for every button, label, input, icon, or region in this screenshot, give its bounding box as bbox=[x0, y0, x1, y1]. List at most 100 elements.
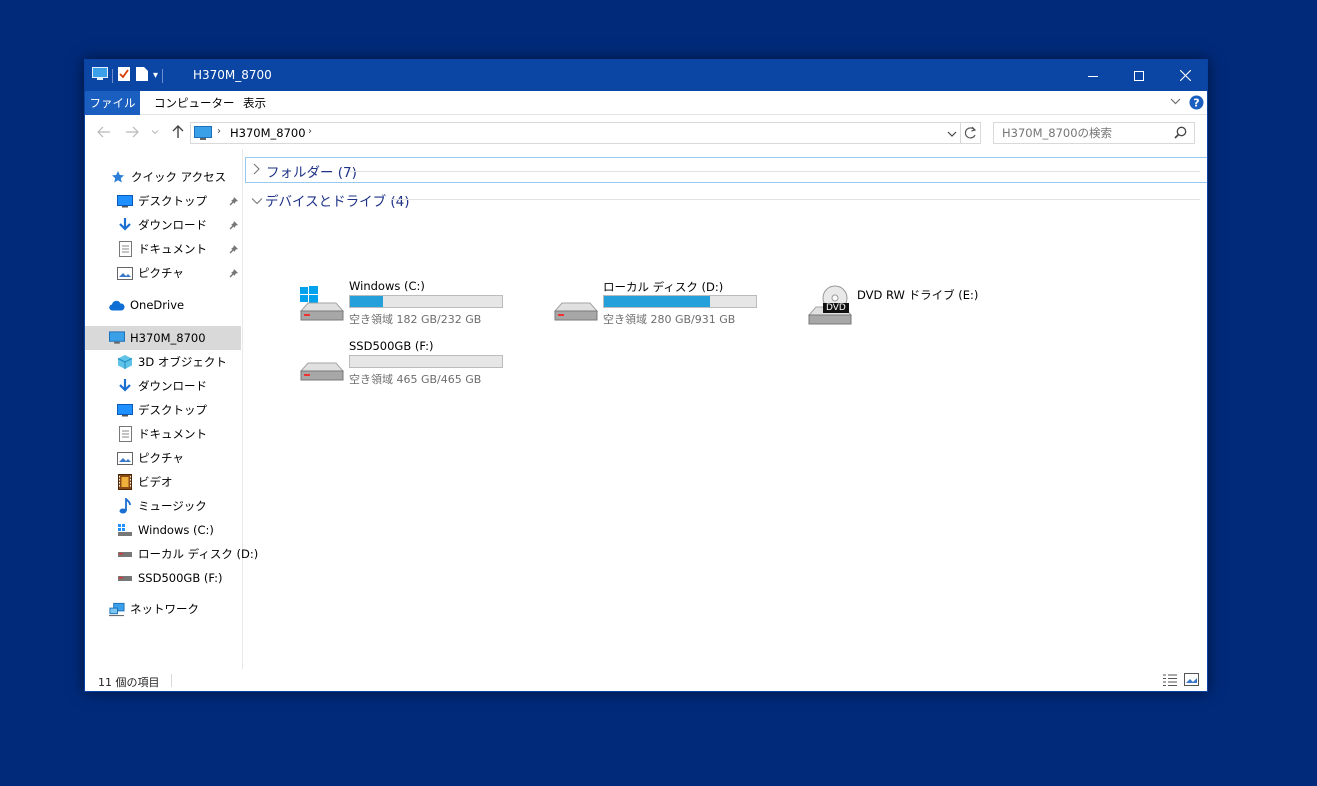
svg-text:?: ? bbox=[1193, 97, 1199, 110]
sidebar-item-label: ネットワーク bbox=[130, 602, 199, 616]
sidebar-item-label: OneDrive bbox=[130, 298, 185, 312]
address-bar[interactable]: › H370M_8700 › bbox=[190, 122, 981, 144]
forward-arrow-icon bbox=[126, 126, 139, 138]
drive-tile-f[interactable]: SSD500GB (F:) 空き領域 465 GB/465 GB bbox=[299, 339, 539, 391]
sidebar-item-drive-d[interactable]: ローカル ディスク (D:) bbox=[85, 542, 258, 566]
breadcrumb-separator-icon[interactable]: › bbox=[308, 126, 312, 137]
sidebar-item-3d-objects[interactable]: 3D オブジェクト bbox=[85, 350, 241, 374]
help-icon[interactable]: ? bbox=[1189, 95, 1204, 113]
back-arrow-icon bbox=[97, 126, 110, 138]
sidebar-item-label: 3D オブジェクト bbox=[138, 355, 227, 369]
devices-group-header[interactable]: デバイスとドライブ (4) bbox=[245, 187, 1207, 211]
chevron-down-icon bbox=[251, 194, 263, 208]
large-icons-view-icon bbox=[1184, 673, 1199, 686]
drive-usage-fill bbox=[604, 296, 711, 307]
sidebar-item-drive-c[interactable]: Windows (C:) bbox=[85, 518, 241, 542]
properties-icon[interactable] bbox=[117, 66, 131, 85]
sidebar-item-label: ダウンロード bbox=[138, 218, 207, 232]
computer-icon[interactable] bbox=[92, 67, 108, 84]
group-divider bbox=[391, 199, 1200, 200]
tab-file[interactable]: ファイル bbox=[85, 91, 140, 115]
search-box[interactable] bbox=[993, 122, 1195, 144]
forward-button[interactable] bbox=[123, 123, 141, 141]
navigation-pane: クイック アクセス デスクトップ ダウンロード ドキュメント ピクチャ OneD… bbox=[85, 149, 258, 669]
sidebar-item-quick-desktop[interactable]: デスクトップ bbox=[85, 189, 241, 213]
breadcrumb-separator-icon[interactable]: › bbox=[217, 126, 221, 137]
sidebar-item-quick-documents[interactable]: ドキュメント bbox=[85, 237, 241, 261]
details-view-button[interactable] bbox=[1162, 673, 1178, 690]
drive-tile-c[interactable]: Windows (C:) 空き領域 182 GB/232 GB bbox=[299, 279, 539, 331]
minimize-button[interactable] bbox=[1070, 60, 1116, 91]
drive-tile-e[interactable]: DVD DVD RW ドライブ (E:) bbox=[807, 279, 1047, 331]
drive-tile-d[interactable]: ローカル ディスク (D:) 空き領域 280 GB/931 GB bbox=[553, 279, 793, 331]
sidebar-item-label: ピクチャ bbox=[138, 266, 184, 280]
drive-icon bbox=[117, 546, 133, 562]
drive-usage-bar bbox=[349, 295, 503, 308]
sidebar-item-quick-downloads[interactable]: ダウンロード bbox=[85, 213, 241, 237]
address-divider bbox=[960, 123, 961, 143]
sidebar-item-downloads[interactable]: ダウンロード bbox=[85, 374, 241, 398]
pin-icon[interactable] bbox=[229, 219, 239, 233]
toolbar-separator bbox=[162, 68, 164, 83]
sidebar-item-label: ローカル ディスク (D:) bbox=[138, 547, 259, 561]
refresh-button[interactable] bbox=[964, 126, 977, 143]
sidebar-item-desktop[interactable]: デスクトップ bbox=[85, 398, 241, 422]
sidebar-item-onedrive[interactable]: OneDrive bbox=[85, 293, 241, 317]
pin-icon[interactable] bbox=[229, 195, 239, 209]
sidebar-item-label: デスクトップ bbox=[138, 403, 207, 417]
documents-icon bbox=[117, 241, 133, 257]
desktop-icon bbox=[117, 193, 133, 209]
sidebar-item-label: ドキュメント bbox=[138, 242, 207, 256]
sidebar-item-music[interactable]: ミュージック bbox=[85, 494, 241, 518]
close-icon bbox=[1179, 70, 1191, 81]
title-bar[interactable]: ▾ H370M_8700 bbox=[85, 60, 1207, 91]
sidebar-item-label: ビデオ bbox=[138, 475, 173, 489]
music-icon bbox=[117, 498, 133, 514]
sidebar-item-label: ドキュメント bbox=[138, 427, 207, 441]
sidebar-item-this-pc[interactable]: H370M_8700 bbox=[85, 326, 241, 350]
sidebar-item-documents[interactable]: ドキュメント bbox=[85, 422, 241, 446]
sidebar-item-quick-pictures[interactable]: ピクチャ bbox=[85, 261, 241, 285]
ribbon-expand-icon[interactable] bbox=[1170, 96, 1181, 110]
large-icons-view-button[interactable] bbox=[1184, 673, 1199, 689]
computer-icon bbox=[194, 126, 212, 144]
explorer-window: ▾ H370M_8700 ファイル コンピューター 表示 ? › H370M_8… bbox=[84, 59, 1208, 692]
status-divider bbox=[171, 674, 172, 687]
details-view-icon bbox=[1163, 674, 1177, 686]
sidebar-item-label: ダウンロード bbox=[138, 379, 207, 393]
sidebar-item-videos[interactable]: ビデオ bbox=[85, 470, 241, 494]
sidebar-item-quick-access[interactable]: クイック アクセス bbox=[85, 165, 241, 189]
drive-usage-bar bbox=[349, 355, 503, 368]
breadcrumb-item[interactable]: H370M_8700 bbox=[230, 126, 306, 140]
address-history-dropdown[interactable] bbox=[947, 128, 957, 142]
sidebar-item-drive-f[interactable]: SSD500GB (F:) bbox=[85, 566, 241, 590]
up-button[interactable] bbox=[169, 123, 187, 141]
tab-view[interactable]: 表示 bbox=[243, 91, 266, 115]
folders-group-header[interactable]: フォルダー (7) bbox=[245, 157, 1207, 183]
sidebar-item-network[interactable]: ネットワーク bbox=[85, 597, 241, 621]
documents-icon bbox=[117, 426, 133, 442]
tab-computer[interactable]: コンピューター bbox=[154, 91, 235, 115]
chevron-down-icon bbox=[947, 131, 957, 137]
toolbar-dropdown-icon[interactable]: ▾ bbox=[153, 70, 158, 81]
pin-icon[interactable] bbox=[229, 243, 239, 257]
computer-icon bbox=[109, 330, 125, 346]
new-folder-icon[interactable] bbox=[135, 66, 149, 85]
item-count: 11 個の項目 bbox=[98, 676, 160, 689]
pin-icon[interactable] bbox=[229, 267, 239, 281]
recent-locations-button[interactable] bbox=[149, 123, 161, 141]
window-title: H370M_8700 bbox=[193, 68, 272, 82]
quick-access-toolbar: ▾ bbox=[92, 66, 164, 85]
maximize-button[interactable] bbox=[1116, 60, 1162, 91]
back-button[interactable] bbox=[95, 123, 113, 141]
close-button[interactable] bbox=[1162, 60, 1207, 91]
toolbar-separator bbox=[112, 68, 113, 83]
drive-name: Windows (C:) bbox=[349, 279, 425, 293]
file-list: フォルダー (7) デバイスとドライブ (4) Windows (C:) 空き領… bbox=[245, 149, 1207, 669]
sidebar-item-label: デスクトップ bbox=[138, 194, 207, 208]
pictures-icon bbox=[117, 450, 133, 466]
search-icon[interactable] bbox=[1174, 126, 1187, 142]
sidebar-item-pictures[interactable]: ピクチャ bbox=[85, 446, 241, 470]
search-input[interactable] bbox=[1002, 125, 1172, 141]
videos-icon bbox=[117, 474, 133, 490]
